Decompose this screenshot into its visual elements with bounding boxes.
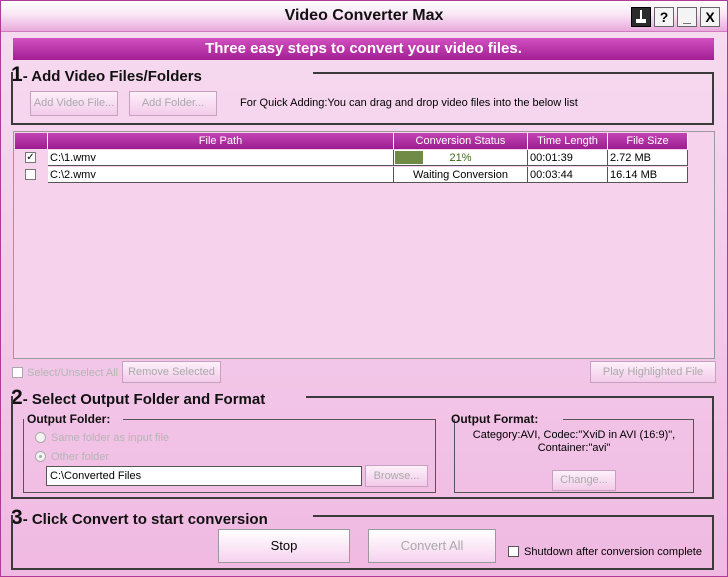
add-folder-button[interactable]: Add Folder... <box>129 91 217 116</box>
step3-frame <box>11 515 714 570</box>
other-folder-label[interactable]: Other folder <box>51 451 109 463</box>
output-folder-title: Output Folder: <box>27 412 111 426</box>
banner: Three easy steps to convert your video f… <box>13 38 714 60</box>
other-folder-radio[interactable] <box>35 451 46 462</box>
header-file-size[interactable]: File Size <box>608 133 688 149</box>
close-button[interactable]: X <box>700 7 720 27</box>
convert-all-button[interactable]: Convert All <box>368 529 496 563</box>
remove-selected-button[interactable]: Remove Selected <box>122 361 221 383</box>
shutdown-label[interactable]: Shutdown after conversion complete <box>524 546 702 558</box>
output-format-title: Output Format: <box>451 412 539 426</box>
progress-text: 21% <box>449 152 472 164</box>
file-list[interactable]: File Path Conversion Status Time Length … <box>13 131 715 359</box>
output-format-divider <box>563 419 694 420</box>
row-time-length: 00:01:39 <box>528 150 608 166</box>
skin-icon[interactable] <box>631 7 651 27</box>
header-time-length[interactable]: Time Length <box>528 133 608 149</box>
row-checkbox[interactable] <box>25 169 36 180</box>
change-format-button[interactable]: Change... <box>552 470 616 491</box>
output-format-line2: Container:"avi" <box>537 442 611 454</box>
stop-button[interactable]: Stop <box>218 529 350 563</box>
title-bar[interactable]: Video Converter Max ? _ X <box>1 1 727 32</box>
brush-icon <box>636 10 646 23</box>
header-conversion-status[interactable]: Conversion Status <box>394 133 528 149</box>
row-status: 21% <box>394 150 528 166</box>
same-folder-label[interactable]: Same folder as input file <box>51 432 169 444</box>
select-all-checkbox[interactable] <box>12 367 23 378</box>
add-video-file-button[interactable]: Add Video File... <box>30 91 118 116</box>
browse-button[interactable]: Browse... <box>365 465 428 487</box>
select-all-label[interactable]: Select/Unselect All <box>27 367 118 379</box>
minimize-button[interactable]: _ <box>677 7 697 27</box>
header-file-path[interactable]: File Path <box>48 133 394 149</box>
row-file-path: C:\1.wmv <box>48 150 394 166</box>
header-check <box>15 133 48 149</box>
app-window: Video Converter Max ? _ X Three easy ste… <box>0 0 728 577</box>
shutdown-checkbox[interactable] <box>508 546 519 557</box>
row-file-size: 16.14 MB <box>608 167 688 183</box>
output-folder-divider <box>123 419 436 420</box>
help-button[interactable]: ? <box>654 7 674 27</box>
row-file-size: 2.72 MB <box>608 150 688 166</box>
output-folder-input[interactable]: C:\Converted Files <box>46 466 362 486</box>
row-status: Waiting Conversion <box>394 167 528 183</box>
play-highlighted-button[interactable]: Play Highlighted File <box>590 361 716 383</box>
row-time-length: 00:03:44 <box>528 167 608 183</box>
row-file-path: C:\2.wmv <box>48 167 394 183</box>
window-title: Video Converter Max <box>284 7 444 24</box>
row-checkbox[interactable]: ✓ <box>25 152 36 163</box>
output-format-line1: Category:AVI, Codec:"XviD in AVI (16:9)"… <box>472 429 676 441</box>
same-folder-radio[interactable] <box>35 432 46 443</box>
quick-add-hint: For Quick Adding:You can drag and drop v… <box>240 97 578 109</box>
